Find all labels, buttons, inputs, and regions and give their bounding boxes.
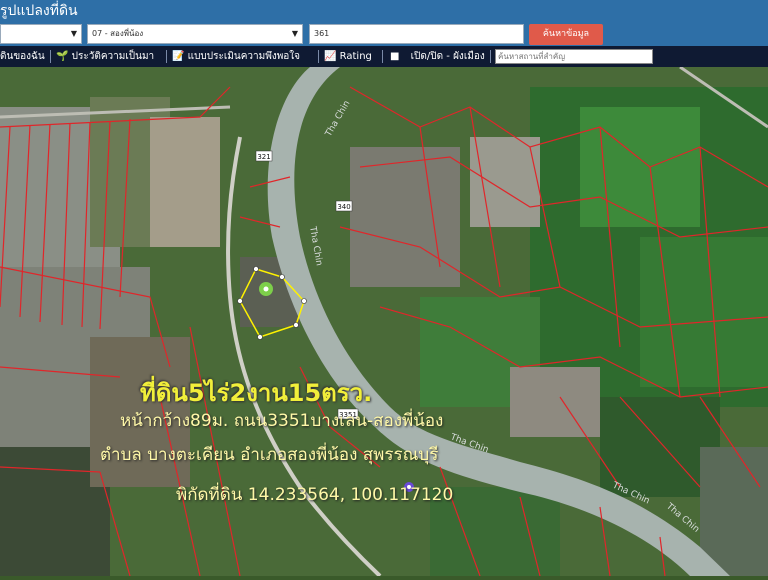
district-select[interactable]: 07 - สองพี่น้อง ▼ [87,24,303,44]
location-text: ตำบล บางตะเคียน อำเภอสองพี่น้อง สุพรรณบุ… [100,445,439,465]
satellite-map[interactable]: 321 340 3351 Tha Chin Tha Chin Tha Chin … [0,65,768,578]
nav-history[interactable]: 🌱 ประวัติความเป็นมา [56,46,154,67]
parcel-number-input[interactable]: 361 [309,24,524,44]
chevron-down-icon: ▼ [291,29,298,38]
nav-divider [166,50,167,63]
chevron-down-icon: ▼ [70,29,77,38]
nav-divider [382,50,383,63]
nav-survey-label: แบบประเมินความพึงพอใจ [187,51,301,62]
vertex-handle[interactable] [253,266,259,272]
square-icon: ■ [390,51,400,62]
map-pin-icon[interactable] [259,282,273,296]
province-select[interactable]: ▼ [0,24,82,44]
nav-toggle-layer[interactable]: ■ เปิด/ปิด - ผังเมือง [390,46,485,67]
vertex-handle[interactable] [293,322,299,328]
sprout-icon: 🌱 [56,51,69,62]
page-title: รูปแปลงที่ดิน [0,3,78,19]
field-patch [510,367,600,437]
field-patch [640,237,768,387]
field-patch [350,147,460,287]
field-patch [700,447,768,576]
vertex-handle[interactable] [279,274,285,280]
coordinates-text: พิกัดที่ดิน 14.233564, 100.117120 [176,485,454,505]
top-bar: รูปแปลงที่ดิน ▼ 07 - สองพี่น้อง ▼ 361 ค้… [0,0,768,46]
search-button[interactable]: ค้นหาข้อมูล [529,24,603,45]
nav-divider [490,50,491,63]
vertex-handle[interactable] [301,298,307,304]
frontage-road-text: หน้ากว้าง89ม. ถนน3351บางเลน-สองพี่น้อง [120,411,444,431]
field-patch [150,117,220,247]
parcel-number-value: 361 [314,29,330,38]
district-select-value: 07 - สองพี่น้อง [92,29,144,38]
nav-my-land[interactable]: ดินของฉัน [0,46,45,67]
nav-divider [50,50,51,63]
place-search-input[interactable] [495,49,653,64]
chart-icon: 📈 [324,51,337,62]
nav-toggle-label: เปิด/ปิด - ผังเมือง [410,51,485,62]
road-shield-label: 340 [337,203,350,211]
nav-history-label: ประวัติความเป็นมา [71,51,155,62]
field-patch [470,137,540,227]
nav-divider [318,50,319,63]
vertex-handle[interactable] [237,298,243,304]
nav-rating-label: Rating [339,51,372,62]
memo-icon: 📝 [172,51,185,62]
field-patch [580,107,700,227]
road-shield-label: 321 [257,153,270,161]
vertex-handle[interactable] [257,334,263,340]
nav-survey[interactable]: 📝 แบบประเมินความพึงพอใจ [172,46,300,67]
nav-rating[interactable]: 📈 Rating [324,46,372,67]
